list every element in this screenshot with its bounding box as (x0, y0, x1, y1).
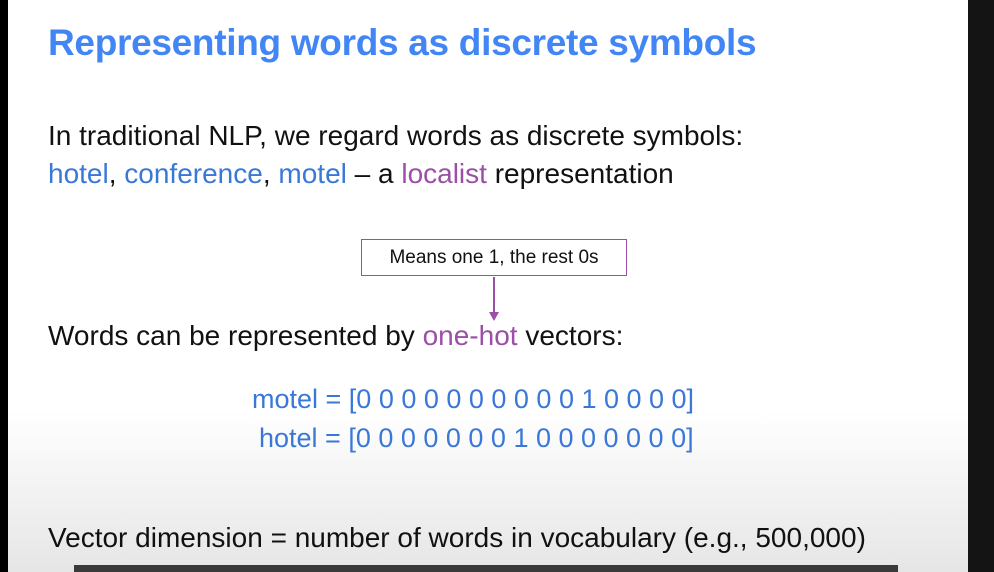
word-conference: conference (124, 158, 263, 189)
intro-line-1: In traditional NLP, we regard words as d… (48, 120, 744, 151)
right-edge-band (968, 0, 994, 572)
separator: , (108, 158, 125, 189)
onehot-suffix: vectors: (517, 320, 624, 351)
dash-text: – a (346, 158, 402, 189)
vector-motel: motel = [0 0 0 0 0 0 0 0 0 0 1 0 0 0 0] (252, 384, 695, 414)
callout-box: Means one 1, the rest 0s (361, 239, 627, 276)
vector-hotel: hotel = [0 0 0 0 0 0 0 1 0 0 0 0 0 0 0] (259, 423, 694, 453)
word-hotel: hotel (48, 158, 109, 189)
slide: Representing words as discrete symbols I… (8, 0, 968, 572)
dimension-line: Vector dimension = number of words in vo… (48, 522, 866, 553)
onehot-prefix: Words can be represented by (48, 320, 423, 351)
callout-arrow-line (493, 277, 495, 315)
video-progress-bar[interactable] (74, 565, 898, 572)
word-motel: motel (278, 158, 347, 189)
slide-title: Representing words as discrete symbols (48, 22, 757, 63)
term-one-hot: one-hot (422, 320, 518, 351)
separator: , (262, 158, 279, 189)
intro-line-2: hotel, conference, motel – a localist re… (48, 158, 674, 190)
representation-text: representation (486, 158, 674, 189)
onehot-line: Words can be represented by one-hot vect… (48, 320, 623, 352)
term-localist: localist (401, 158, 487, 189)
